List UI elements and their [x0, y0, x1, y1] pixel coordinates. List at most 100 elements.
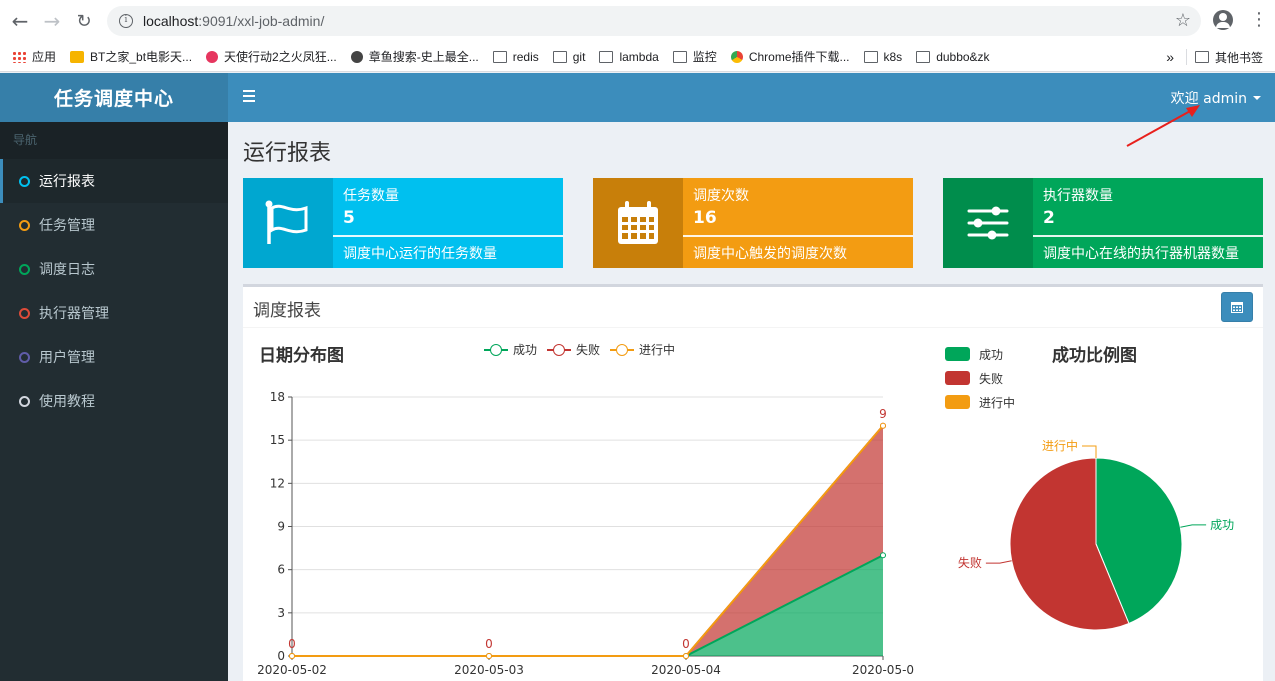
data-point [683, 653, 689, 659]
forward-arrow-icon[interactable]: → [36, 5, 68, 37]
sidebar-item-logs[interactable]: 调度日志 [0, 247, 228, 291]
sidebar-item-jobs[interactable]: 任务管理 [0, 203, 228, 247]
pie-label-line [1082, 445, 1097, 458]
address-bar[interactable]: i localhost:9091/xxl-job-admin/ ☆ [107, 6, 1201, 36]
bookmark-folder-git[interactable]: git [552, 50, 585, 64]
x-tick-label: 2020-05-04 [651, 663, 721, 677]
legend-swatch [945, 371, 970, 385]
sidebar-item-users[interactable]: 用户管理 [0, 335, 228, 379]
data-point [486, 653, 492, 659]
bookmark-chrome-plugins[interactable]: Chrome插件下载... [730, 48, 850, 65]
info-box-label: 执行器数量 [1043, 188, 1113, 204]
legend-item-running[interactable]: 进行中 [610, 341, 675, 358]
folder-icon [599, 50, 614, 63]
legend-item-success[interactable]: 成功 [484, 341, 537, 358]
url-text[interactable]: localhost:9091/xxl-job-admin/ [143, 13, 324, 29]
app-header: 任务调度中心 欢迎 admin [0, 73, 1275, 122]
info-box-number: 5 [343, 208, 355, 228]
bookmark-folder-dubbo[interactable]: dubbo&zk [916, 50, 990, 64]
pie-legend-item-success[interactable]: 成功 [945, 342, 1015, 366]
info-box-triggers: 调度次数 16 调度中心触发的调度次数 [593, 178, 913, 268]
data-label: 0 [288, 637, 296, 651]
data-label: 9 [879, 407, 887, 421]
folder-icon [863, 50, 878, 63]
caret-down-icon [1253, 96, 1261, 100]
bookmark-search[interactable]: 章鱼搜索-史上最全... [350, 48, 479, 65]
data-label: 0 [485, 637, 493, 651]
y-tick-label: 6 [277, 563, 285, 577]
sidebar-item-help[interactable]: 使用教程 [0, 379, 228, 423]
legend-item-fail[interactable]: 失败 [547, 341, 600, 358]
pie-legend-item-fail[interactable]: 失败 [945, 366, 1015, 390]
profile-avatar-icon[interactable] [1213, 10, 1233, 30]
bookmark-folder-monitor[interactable]: 监控 [672, 48, 717, 65]
circle-icon [19, 263, 30, 275]
y-tick-label: 3 [277, 606, 285, 620]
bookmarks-overflow-icon[interactable]: » [1166, 49, 1174, 65]
info-box-description: 调度中心触发的调度次数 [693, 246, 847, 262]
info-box-progress [683, 235, 913, 237]
app-logo[interactable]: 任务调度中心 [0, 73, 228, 122]
data-point [880, 422, 886, 429]
sidebar-item-report[interactable]: 运行报表 [0, 159, 228, 203]
circle-icon [19, 175, 30, 187]
sidebar-item-executors[interactable]: 执行器管理 [0, 291, 228, 335]
date-distribution-chart: 0 3 6 9 12 15 18 2020-05-02 2020-05-03 2020-05-04… [257, 390, 914, 677]
info-box-jobs: 任务数量 5 调度中心运行的任务数量 [243, 178, 563, 268]
bookmark-folder-lambda[interactable]: lambda [599, 50, 659, 64]
panel-divider [243, 327, 1263, 328]
reload-icon[interactable]: ↻ [68, 5, 100, 37]
info-box-label: 任务数量 [343, 188, 399, 204]
y-tick-label: 9 [277, 520, 285, 534]
x-tick-label: 2020-05-02 [257, 663, 327, 677]
y-tick-label: 0 [277, 649, 285, 663]
pie-label: 进行中 [1042, 438, 1078, 453]
bookmark-folder-redis[interactable]: redis [492, 50, 539, 64]
circle-icon [19, 219, 30, 231]
page-title: 运行报表 [243, 141, 332, 166]
info-box-progress [333, 235, 563, 237]
info-box-number: 16 [693, 208, 717, 228]
success-ratio-chart: 成功失败 进行中 [958, 438, 1234, 631]
browser-toolbar: ← → ↻ i localhost:9091/xxl-job-admin/ ☆ … [0, 0, 1275, 42]
sidebar: 导航 运行报表 任务管理 调度日志 执行器管理 用户管理 使用教程 [0, 122, 228, 681]
bookmarks-divider [1185, 49, 1187, 65]
other-bookmarks[interactable]: 其他书签 [1194, 49, 1263, 66]
folder-icon [552, 50, 567, 63]
bookmark-star-icon[interactable]: ☆ [1175, 10, 1191, 31]
annotation-arrow [1126, 105, 1200, 147]
bookmarks-bar: 应用 BT之家_bt电影天... 天使行动2之火凤狂... 章鱼搜索-史上最全.… [0, 42, 1275, 72]
back-arrow-icon[interactable]: ← [4, 5, 36, 37]
chrome-icon [730, 50, 743, 63]
bookmark-apps[interactable]: 应用 [12, 48, 56, 65]
browser-menu-icon[interactable]: ⋮ [1250, 10, 1268, 30]
pie-legend-item-running[interactable]: 进行中 [945, 390, 1015, 414]
bookmark-folder-k8s[interactable]: k8s [863, 50, 902, 64]
data-point [289, 653, 295, 659]
y-tick-label: 15 [270, 433, 285, 447]
panel-title: 调度报表 [253, 301, 321, 321]
folder-icon [672, 50, 687, 63]
pie-legend: 成功 失败 进行中 [945, 342, 1015, 414]
legend-symbol [484, 343, 508, 356]
sidebar-section-label: 导航 [0, 122, 228, 159]
bookmark-movie[interactable]: 天使行动2之火凤狂... [206, 48, 337, 65]
bookmark-favicon-icon [206, 50, 219, 63]
date-range-button[interactable] [1221, 292, 1253, 322]
x-tick-label: 2020-05-03 [454, 663, 524, 677]
sidebar-toggle-icon[interactable] [243, 90, 255, 102]
pie-label: 失败 [958, 555, 982, 570]
legend-swatch [945, 395, 970, 409]
pie-label: 成功 [1210, 518, 1234, 532]
calendar-icon [593, 178, 683, 268]
site-info-icon[interactable]: i [119, 14, 133, 28]
circle-icon [19, 395, 30, 407]
info-box-executors: 执行器数量 2 调度中心在线的执行器机器数量 [943, 178, 1263, 268]
chart-title: 日期分布图 [259, 346, 344, 366]
bookmark-bt[interactable]: BT之家_bt电影天... [70, 48, 192, 65]
pie-chart-title: 成功比例图 [1052, 346, 1137, 366]
folder-icon [916, 50, 931, 63]
circle-icon [19, 307, 30, 319]
pie-label-line [985, 560, 1012, 564]
x-tick-label: 2020-05-0 [852, 663, 914, 677]
